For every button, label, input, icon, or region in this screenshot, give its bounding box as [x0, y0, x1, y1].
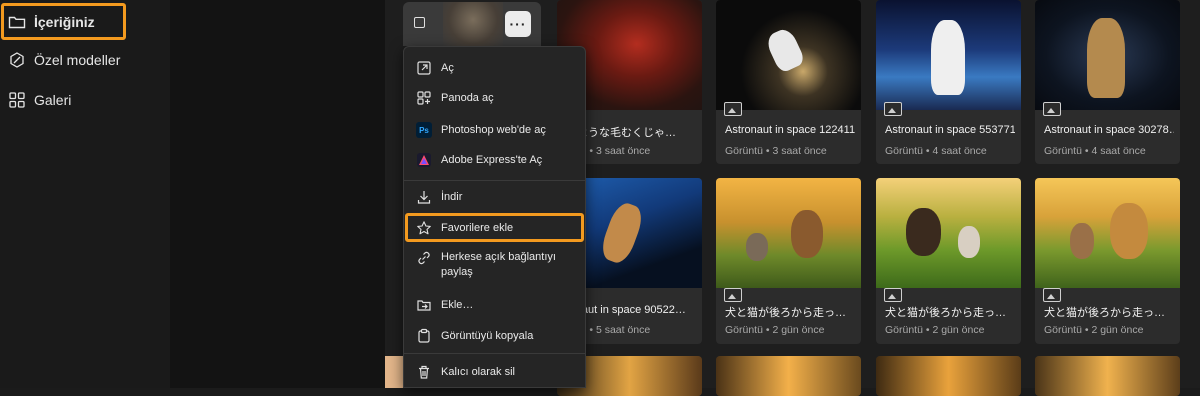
card-title: 犬と猫が後ろから走っ…	[1044, 307, 1165, 319]
card-meta: Görüntü • 2 gün önce	[725, 324, 825, 336]
menu-item-open-adobe-express[interactable]: Adobe Express'te Aç	[404, 149, 585, 171]
image-card-partial[interactable]	[716, 356, 861, 396]
card-meta: Görüntü • 2 gün önce	[885, 324, 985, 336]
menu-divider	[404, 353, 585, 354]
selected-card-header: ···	[403, 2, 541, 46]
image-type-icon	[724, 288, 742, 302]
menu-item-label: Görüntüyü kopyala	[441, 330, 534, 342]
sidebar-item-gallery[interactable]: Galeri	[0, 81, 160, 119]
adobe-express-icon	[417, 153, 431, 167]
menu-item-delete-permanently[interactable]: Kalıcı olarak sil	[404, 361, 585, 383]
image-card-dog-cat-2[interactable]: 犬と猫が後ろから走っ… Görüntü • 2 gün önce	[876, 178, 1021, 344]
menu-item-label: Herkese açık bağlantıyı	[441, 251, 556, 263]
card-meta: Görüntü • 4 saat önce	[1044, 145, 1146, 157]
gallery-icon	[9, 92, 25, 108]
menu-item-open-in-board[interactable]: Panoda aç	[404, 87, 585, 109]
dog-cat-thumbnail	[876, 178, 1021, 288]
menu-item-add-to[interactable]: Ekle…	[404, 294, 585, 316]
copy-icon	[418, 328, 430, 343]
download-icon	[417, 191, 431, 204]
menu-item-share-public-link[interactable]: Herkese açık bağlantıyı paylaş	[404, 250, 585, 286]
partial-thumbnail	[876, 356, 1021, 396]
card-meta: Görüntü • 4 saat önce	[885, 145, 987, 157]
menu-item-copy-image[interactable]: Görüntüyü kopyala	[404, 325, 585, 347]
link-icon	[418, 251, 430, 265]
card-title: 犬と猫が後ろから走っ…	[885, 307, 1006, 319]
menu-item-label-group: Herkese açık bağlantıyı paylaş	[441, 250, 556, 280]
image-type-icon	[884, 102, 902, 116]
trash-icon	[419, 365, 429, 379]
favorites-highlight	[405, 213, 584, 242]
active-nav-highlight	[1, 3, 126, 40]
dog-cat-thumbnail	[1035, 178, 1180, 288]
image-type-icon	[1043, 288, 1061, 302]
card-meta: Görüntü • 3 saat önce	[725, 145, 827, 157]
select-checkbox[interactable]	[414, 17, 425, 28]
image-card-astronaut-2[interactable]: Astronaut in space 553771… Görüntü • 4 s…	[876, 0, 1021, 164]
sidebar-item-label: Galeri	[34, 92, 72, 108]
menu-item-label: Panoda aç	[441, 92, 494, 104]
partial-thumbnail	[716, 356, 861, 396]
card-title: Astronaut in space 122411…	[725, 124, 855, 136]
menu-item-label: Adobe Express'te Aç	[441, 154, 543, 166]
menu-item-open[interactable]: Aç	[404, 57, 585, 79]
selected-card-thumbnail	[443, 2, 503, 46]
board-icon	[417, 91, 431, 105]
partial-thumbnail	[1035, 356, 1180, 396]
image-card-partial[interactable]	[876, 356, 1021, 396]
card-title: 犬と猫が後ろから走っ…	[725, 307, 846, 319]
menu-item-label: Kalıcı olarak sil	[441, 366, 515, 378]
sidebar-item-label: Özel modeller	[34, 52, 121, 68]
astronaut-figure	[1087, 18, 1125, 98]
image-card-astronaut-1[interactable]: Astronaut in space 122411… Görüntü • 3 s…	[716, 0, 861, 164]
image-card-dog-cat-3[interactable]: 犬と猫が後ろから走っ… Görüntü • 2 gün önce	[1035, 178, 1180, 344]
image-card-astronaut-3[interactable]: Astronaut in space 30278… Görüntü • 4 sa…	[1035, 0, 1180, 164]
menu-item-label: Ekle…	[441, 299, 474, 311]
menu-item-label: Photoshop web'de aç	[441, 124, 546, 136]
sidebar-spacer	[170, 0, 385, 388]
sidebar: İçeriğiniz Özel modeller Galeri	[0, 0, 170, 388]
add-to-icon	[417, 300, 431, 311]
card-title: Astronaut in space 30278…	[1044, 124, 1174, 136]
menu-divider	[404, 180, 585, 181]
menu-item-label: Aç	[441, 62, 454, 74]
card-meta: Görüntü • 2 gün önce	[1044, 324, 1144, 336]
partial-thumbnail-edge	[385, 356, 403, 388]
menu-item-open-photoshop-web[interactable]: Ps Photoshop web'de aç	[404, 119, 585, 141]
image-type-icon	[1043, 102, 1061, 116]
open-external-icon	[417, 61, 431, 75]
card-title: Astronaut in space 553771…	[885, 124, 1015, 136]
custom-models-icon	[10, 52, 24, 68]
image-card-partial[interactable]	[1035, 356, 1180, 396]
sidebar-item-custom-models[interactable]: Özel modeller	[0, 41, 160, 79]
dog-cat-thumbnail	[716, 178, 861, 288]
menu-item-download[interactable]: İndir	[404, 186, 585, 208]
image-type-icon	[884, 288, 902, 302]
photoshop-icon: Ps	[416, 122, 432, 138]
menu-item-label: İndir	[441, 191, 463, 203]
astronaut-figure	[931, 20, 965, 95]
menu-item-label-line2: paylaş	[441, 266, 473, 278]
image-type-icon	[724, 102, 742, 116]
image-card-dog-cat-1[interactable]: 犬と猫が後ろから走っ… Görüntü • 2 gün önce	[716, 178, 861, 344]
more-options-button[interactable]: ···	[505, 11, 531, 37]
